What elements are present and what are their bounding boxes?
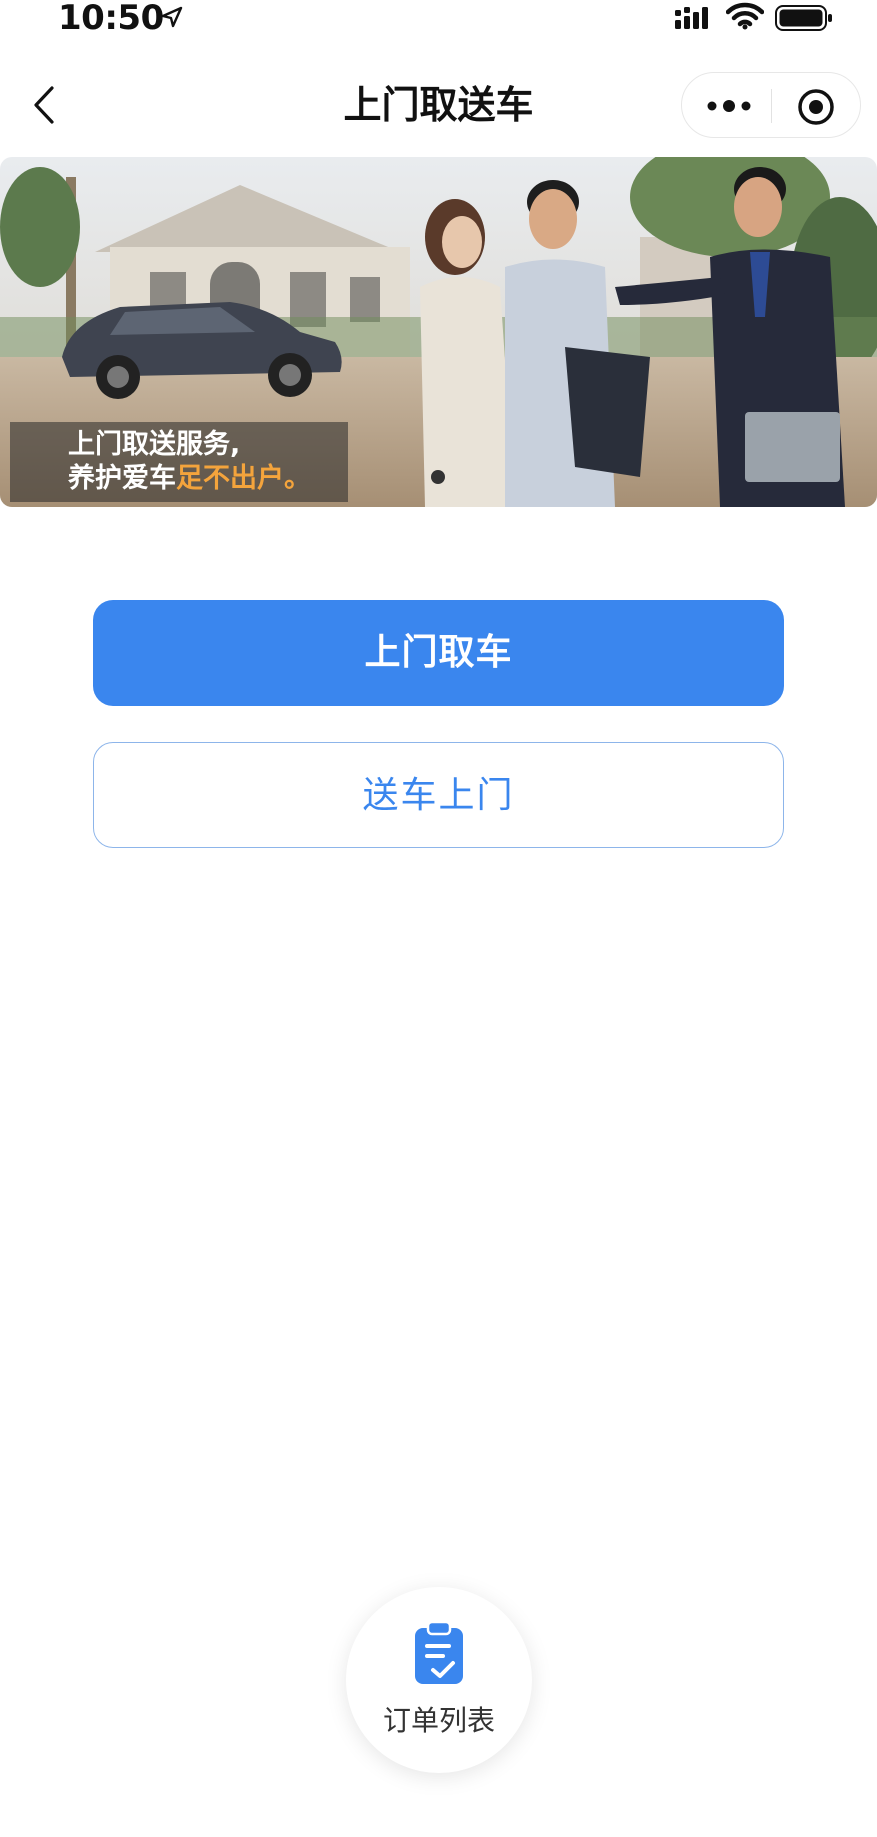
miniprogram-capsule xyxy=(681,72,861,138)
banner-caption: 上门取送服务, 养护爱车足不出户。 xyxy=(10,422,348,502)
carousel-indicator-dot[interactable] xyxy=(431,470,445,484)
location-arrow-icon xyxy=(161,6,183,28)
clipboard-check-icon xyxy=(415,1620,463,1684)
more-dots-icon[interactable] xyxy=(704,87,754,125)
status-bar: 10:50 xyxy=(0,0,877,44)
banner-caption-line2: 养护爱车足不出户。 xyxy=(68,462,348,496)
banner-caption-highlight: 足不出户。 xyxy=(176,463,311,494)
banner-caption-line1: 上门取送服务, xyxy=(68,429,241,460)
status-time: 10:50 xyxy=(58,0,164,38)
wifi-icon xyxy=(726,2,764,30)
nav-bar: 上门取送车 xyxy=(0,60,877,150)
order-list-button[interactable]: 订单列表 xyxy=(346,1587,532,1773)
cellular-signal-icon xyxy=(675,7,708,29)
page: 10:50 上门取送车 上门取送服务, 养护爱车足不出户。 上门取车 送车上门 … xyxy=(0,0,877,1837)
banner-caption-line2-white: 养护爱车 xyxy=(68,463,176,494)
pickup-button[interactable]: 上门取车 xyxy=(93,600,784,706)
promo-banner[interactable]: 上门取送服务, 养护爱车足不出户。 xyxy=(0,157,877,507)
delivery-button[interactable]: 送车上门 xyxy=(93,742,784,848)
battery-icon xyxy=(775,5,832,31)
capsule-divider xyxy=(771,89,772,123)
order-list-label: 订单列表 xyxy=(382,1704,495,1737)
close-target-icon[interactable] xyxy=(796,87,836,127)
